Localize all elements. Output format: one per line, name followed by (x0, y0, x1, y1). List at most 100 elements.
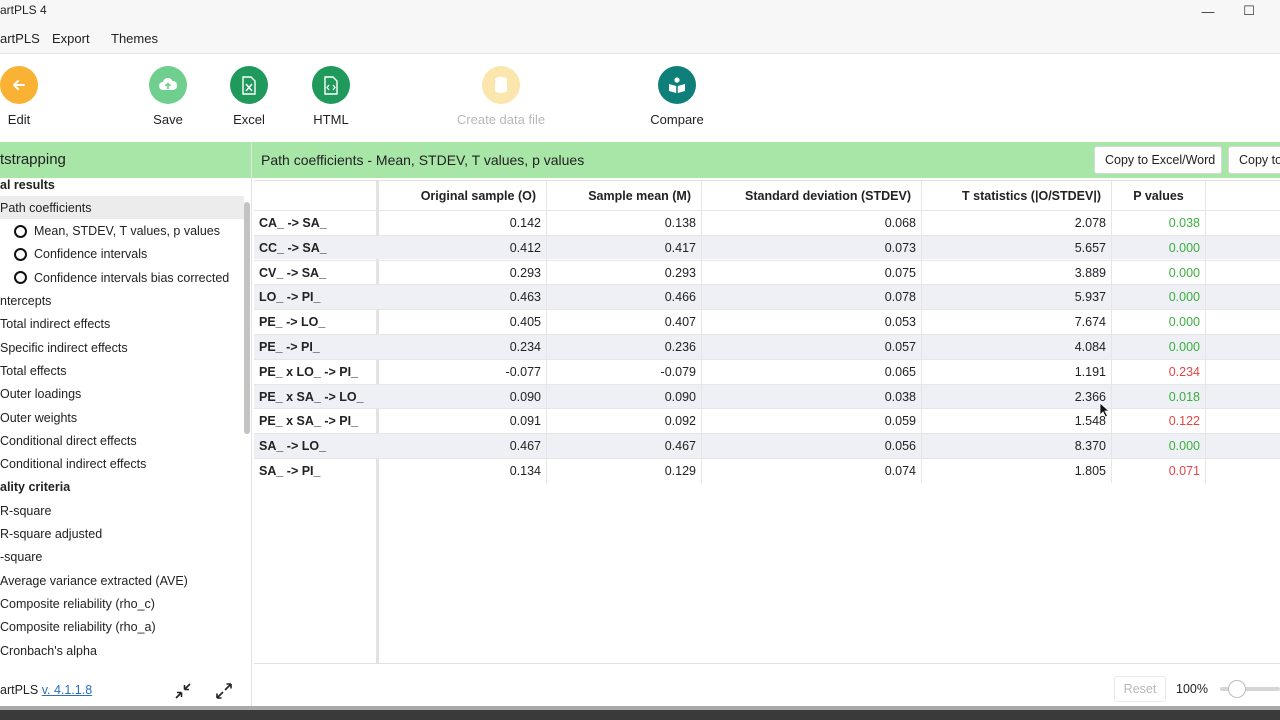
tree-item-label: -square (0, 550, 43, 565)
tree-item-label: Total indirect effects (0, 317, 111, 332)
radio-circle-icon[interactable] (14, 271, 27, 285)
row-label: CV_ -> SA_ (259, 265, 327, 280)
tree-item[interactable]: Confidence intervals bias corrected (0, 266, 244, 289)
zoom-bar: Reset 100% (252, 672, 1280, 706)
tree-item-label: Cronbach's alpha (0, 643, 97, 658)
expand-icon[interactable] (213, 680, 235, 702)
tree-item[interactable]: Conditional direct effects (0, 429, 244, 452)
tree-item[interactable]: ality criteria (0, 476, 244, 499)
maximize-button[interactable]: ☐ (1229, 0, 1269, 22)
p-value-cell: 0.000 (1112, 235, 1206, 260)
tree-item[interactable]: R-square (0, 499, 244, 522)
tree-item-label: Mean, STDEV, T values, p values (34, 224, 220, 239)
table-cell: 0.038 (702, 384, 922, 409)
table-cell: 3.889 (922, 260, 1112, 285)
tree-item-label: ntercepts (0, 294, 52, 308)
tree-item[interactable]: -square (0, 546, 244, 569)
copy-to-excel-button[interactable]: Copy to Excel/Word (1094, 146, 1222, 174)
tree-item[interactable]: Path coefficients (0, 196, 244, 220)
table-row[interactable]: PE_ x SA_ -> PI_ 0.091 0.092 0.059 1.548 0.12… (254, 408, 1280, 434)
table-cell: 0.234 (379, 335, 547, 359)
menu-themes[interactable]: Themes (111, 31, 158, 46)
menu-smartpls[interactable]: artPLS (0, 31, 40, 46)
tree-item[interactable]: Total effects (0, 359, 244, 382)
create-data-file-button[interactable]: Create data file (441, 66, 561, 127)
tree-item[interactable]: ntercepts (0, 290, 244, 313)
tree-item-label: Specific indirect effects (0, 340, 128, 355)
tree-item-label: Confidence intervals bias corrected (34, 270, 230, 285)
table-row[interactable]: CV_ -> SA_ 0.293 0.293 0.075 3.889 0.000 (254, 259, 1280, 285)
tree-item[interactable]: Specific indirect effects (0, 336, 244, 359)
version-info: artPLS v. 4.1.1.8 (0, 683, 92, 697)
tree-item-label: Composite reliability (rho_a) (0, 620, 156, 635)
table-row[interactable]: SA_ -> PI_ 0.134 0.129 0.074 1.805 0.071 (254, 458, 1280, 483)
collapse-icon[interactable] (172, 680, 194, 702)
tree-item[interactable]: Outer weights (0, 406, 244, 429)
table-row[interactable]: PE_ -> PI_ 0.234 0.236 0.057 4.084 0.000 (254, 334, 1280, 359)
results-title: Path coefficients - Mean, STDEV, T value… (261, 152, 585, 168)
p-value-cell: 0.071 (1112, 459, 1206, 483)
table-row[interactable]: PE_ -> LO_ 0.405 0.407 0.053 7.674 0.000 (254, 309, 1280, 335)
toolbar: Edit Save Excel HTML Create data file Co… (0, 54, 1280, 142)
html-button[interactable]: HTML (271, 66, 391, 127)
tree-item[interactable]: Conditional indirect effects (0, 453, 244, 476)
results-header: Path coefficients - Mean, STDEV, T value… (252, 142, 1280, 178)
path-coefficients-table: Original sample (O) Sample mean (M) Standa… (254, 180, 1280, 664)
p-value-cell: 0.000 (1112, 285, 1206, 310)
tree-item-label: Conditional indirect effects (0, 457, 147, 472)
column-header[interactable]: Original sample (O) (379, 181, 547, 210)
compare-button[interactable]: Compare (617, 66, 737, 127)
version-prefix: artPLS (0, 683, 42, 697)
table-cell: 2.078 (922, 211, 1112, 235)
tree-item[interactable]: Composite reliability (rho_a) (0, 616, 244, 639)
column-header[interactable]: P values (1112, 181, 1206, 210)
html-file-icon (312, 66, 350, 104)
table-row[interactable]: SA_ -> LO_ 0.467 0.467 0.056 8.370 0.000 (254, 433, 1280, 459)
excel-file-icon (230, 66, 268, 104)
version-link[interactable]: v. 4.1.1.8 (42, 683, 93, 697)
menu-export[interactable]: Export (52, 31, 90, 46)
p-value-cell: 0.234 (1112, 359, 1206, 384)
column-header[interactable]: Sample mean (M) (547, 181, 702, 210)
tree-item[interactable]: al results (0, 178, 244, 196)
tree-item-label: Total effects (0, 363, 67, 378)
taskbar-strip (0, 706, 1280, 720)
navigator-title: tstrapping (0, 151, 66, 168)
row-label: SA_ -> LO_ (259, 439, 327, 454)
window-title: artPLS 4 (0, 3, 47, 17)
reset-button[interactable]: Reset (1114, 676, 1166, 702)
p-value-cell: 0.000 (1112, 310, 1206, 335)
tree-item-label: Outer loadings (0, 387, 82, 402)
edit-button[interactable]: Edit (0, 66, 79, 127)
column-header[interactable]: T statistics (|O/STDEV|) (922, 181, 1112, 210)
table-cell: 2.366 (922, 384, 1112, 409)
zoom-slider-thumb[interactable] (1228, 680, 1246, 698)
tree-item[interactable]: R-square adjusted (0, 523, 244, 546)
table-row[interactable]: CA_ -> SA_ 0.142 0.138 0.068 2.078 0.038 (254, 210, 1280, 235)
tree-item[interactable]: Confidence intervals (0, 243, 244, 266)
table-cell: 5.937 (922, 285, 1112, 310)
minimize-button[interactable]: — (1188, 0, 1228, 22)
navigator-scrollbar[interactable] (244, 202, 250, 434)
tree-item[interactable]: Total indirect effects (0, 313, 244, 336)
row-label: PE_ -> PI_ (259, 340, 320, 354)
table-row[interactable]: PE_ x LO_ -> PI_ -0.077 -0.079 0.065 1.191 0.… (254, 358, 1280, 384)
table-cell: 0.059 (702, 409, 922, 434)
tree-item[interactable]: Mean, STDEV, T values, p values (0, 220, 244, 243)
table-row[interactable]: PE_ x SA_ -> LO_ 0.090 0.090 0.038 2.366 0.01… (254, 383, 1280, 409)
results-navigator: tstrapping al results Path coefficients Me… (0, 142, 252, 720)
table-cell: 0.129 (547, 459, 702, 483)
tree-item[interactable]: Outer loadings (0, 383, 244, 406)
table-row[interactable]: CC_ -> SA_ 0.412 0.417 0.073 5.657 0.000 (254, 234, 1280, 260)
radio-circle-icon[interactable] (14, 247, 27, 261)
mouse-cursor-icon (1099, 402, 1111, 418)
tree-item[interactable]: Cronbach's alpha (0, 639, 244, 662)
column-header[interactable]: Standard deviation (STDEV) (702, 181, 922, 210)
tree-item[interactable]: Composite reliability (rho_c) (0, 592, 244, 615)
tree-item[interactable]: Average variance extracted (AVE) (0, 569, 244, 592)
table-row[interactable]: LO_ -> PI_ 0.463 0.466 0.078 5.937 0.000 (254, 284, 1280, 310)
tree-item-label: ality criteria (0, 480, 71, 495)
copy-to-button[interactable]: Copy to (1228, 146, 1280, 174)
compare-book-icon (658, 66, 696, 104)
radio-circle-icon[interactable] (14, 224, 27, 238)
